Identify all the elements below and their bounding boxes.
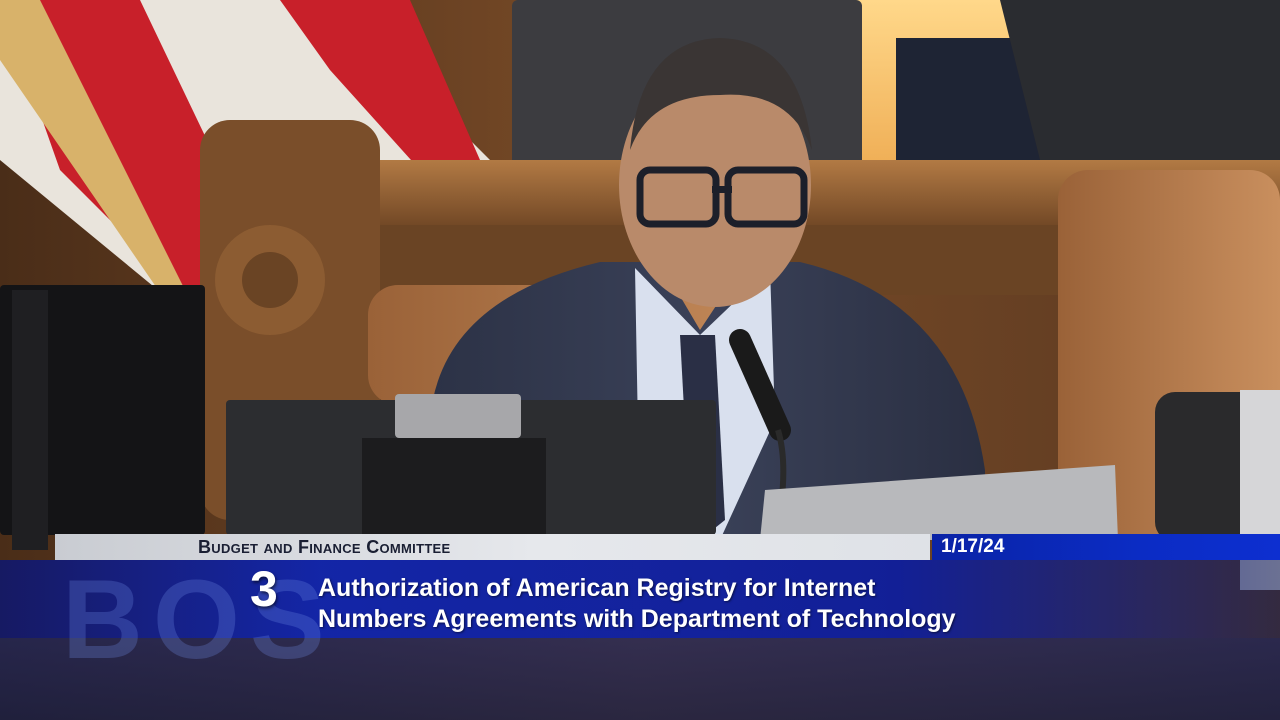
item-title-line1: Authorization of American Registry for I… [318,574,876,602]
rear-screen-right [1000,0,1280,160]
item-title-line2: Numbers Agreements with Department of Te… [318,605,956,633]
meeting-date: 1/17/24 [941,536,1005,557]
item-number: 3 [250,561,278,617]
bos-watermark: BOS [62,557,335,682]
